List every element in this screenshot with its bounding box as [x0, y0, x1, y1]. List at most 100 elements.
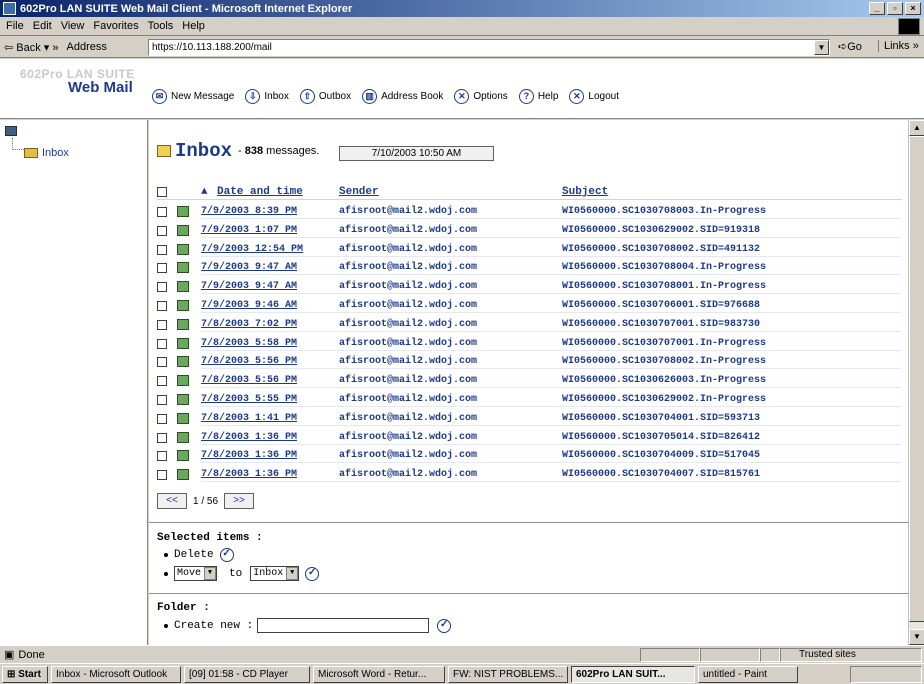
chevron-down-icon[interactable]: ▼ [814, 40, 829, 55]
message-subject[interactable]: WI0560000.SC1030706001.SID=976688 [562, 300, 760, 311]
row-checkbox[interactable] [157, 413, 167, 424]
message-sender[interactable]: afisroot@mail2.wdoj.com [339, 450, 477, 461]
close-button[interactable]: × [905, 2, 921, 15]
table-row[interactable]: 7/9/2003 9:47 AM afisroot@mail2.wdoj.com W… [157, 259, 902, 278]
table-row[interactable]: 7/8/2003 7:02 PM afisroot@mail2.wdoj.com W… [157, 316, 902, 335]
message-subject[interactable]: WI0560000.SC1030704007.SID=815761 [562, 469, 760, 480]
row-checkbox[interactable] [157, 432, 167, 443]
message-date[interactable]: 7/8/2003 1:36 PM [201, 450, 297, 461]
message-sender[interactable]: afisroot@mail2.wdoj.com [339, 394, 477, 405]
go-button[interactable]: ➪Go [838, 40, 862, 53]
message-sender[interactable]: afisroot@mail2.wdoj.com [339, 281, 477, 292]
message-date[interactable]: 7/8/2003 5:58 PM [201, 338, 297, 349]
menu-view[interactable]: View [61, 20, 85, 32]
next-page-button[interactable]: >> [224, 493, 255, 509]
taskbar-webmail[interactable]: 602Pro LAN SUIT... [571, 665, 695, 683]
links-button[interactable]: Links » [878, 40, 919, 52]
taskbar-paint[interactable]: untitled - Paint [698, 665, 798, 683]
new-folder-input[interactable] [257, 618, 430, 633]
inbox-button[interactable]: ⇩ Inbox [245, 89, 289, 104]
message-date[interactable]: 7/8/2003 5:56 PM [201, 356, 297, 367]
select-all-checkbox[interactable] [157, 187, 167, 197]
prev-page-button[interactable]: << [157, 493, 187, 509]
action-select[interactable]: Move ▼ [174, 566, 218, 581]
row-checkbox[interactable] [157, 282, 167, 293]
message-subject[interactable]: WI0560000.SC1030626003.In-Progress [562, 375, 766, 386]
message-sender[interactable]: afisroot@mail2.wdoj.com [339, 206, 477, 217]
address-input[interactable]: https://10.113.188.200/mail ▼ [148, 39, 830, 56]
help-button[interactable]: ? Help [518, 89, 558, 104]
delete-confirm-button[interactable]: ✓ [219, 548, 234, 562]
message-date[interactable]: 7/9/2003 9:47 AM [201, 281, 297, 292]
table-row[interactable]: 7/8/2003 1:36 PM afisroot@mail2.wdoj.com W… [157, 429, 902, 448]
options-button[interactable]: ✕ Options [454, 89, 508, 104]
row-checkbox[interactable] [157, 470, 167, 481]
message-date[interactable]: 7/8/2003 1:41 PM [201, 413, 297, 424]
message-sender[interactable]: afisroot@mail2.wdoj.com [339, 244, 477, 255]
back-button[interactable]: ⇦ Back ▾ » [4, 41, 59, 54]
message-subject[interactable]: WI0560000.SC1030708004.In-Progress [562, 262, 766, 273]
table-row[interactable]: 7/8/2003 1:36 PM afisroot@mail2.wdoj.com W… [157, 447, 902, 466]
table-row[interactable]: 7/8/2003 1:41 PM afisroot@mail2.wdoj.com W… [157, 410, 902, 429]
row-checkbox[interactable] [157, 207, 167, 217]
column-date[interactable]: Date and time [217, 186, 303, 198]
minimize-button[interactable]: _ [869, 2, 885, 15]
taskbar-cdplayer[interactable]: [09] 01:58 - CD Player [184, 665, 310, 683]
message-sender[interactable]: afisroot@mail2.wdoj.com [339, 300, 477, 311]
message-date[interactable]: 7/8/2003 7:02 PM [201, 319, 297, 330]
outbox-button[interactable]: ⇧ Outbox [299, 89, 351, 104]
message-sender[interactable]: afisroot@mail2.wdoj.com [339, 356, 477, 367]
message-sender[interactable]: afisroot@mail2.wdoj.com [339, 469, 477, 480]
message-subject[interactable]: WI0560000.SC1030704009.SID=517045 [562, 450, 760, 461]
new-message-button[interactable]: ✉ New Message [152, 89, 234, 104]
message-subject[interactable]: WI0560000.SC1030629002.SID=919318 [562, 225, 760, 236]
table-row[interactable]: 7/8/2003 5:55 PM afisroot@mail2.wdoj.com W… [157, 391, 902, 410]
vertical-scrollbar[interactable]: ▲ ▼ [908, 120, 924, 645]
move-confirm-button[interactable]: ✓ [305, 566, 320, 581]
message-subject[interactable]: WI0560000.SC1030708001.In-Progress [562, 281, 766, 292]
message-date[interactable]: 7/8/2003 5:56 PM [201, 375, 297, 386]
message-sender[interactable]: afisroot@mail2.wdoj.com [339, 225, 477, 236]
table-row[interactable]: 7/9/2003 12:54 PM afisroot@mail2.wdoj.com… [157, 241, 902, 260]
table-row[interactable]: 7/9/2003 1:07 PM afisroot@mail2.wdoj.com W… [157, 222, 902, 241]
message-date[interactable]: 7/9/2003 8:39 PM [201, 206, 297, 217]
message-sender[interactable]: afisroot@mail2.wdoj.com [339, 413, 477, 424]
message-subject[interactable]: WI0560000.SC1030707001.SID=983730 [562, 319, 760, 330]
table-row[interactable]: 7/9/2003 9:46 AM afisroot@mail2.wdoj.com W… [157, 297, 902, 316]
message-date[interactable]: 7/8/2003 1:36 PM [201, 432, 297, 443]
menu-edit[interactable]: Edit [33, 20, 52, 32]
column-sender[interactable]: Sender [339, 186, 379, 198]
message-sender[interactable]: afisroot@mail2.wdoj.com [339, 375, 477, 386]
taskbar-outlook[interactable]: Inbox - Microsoft Outlook [51, 665, 181, 683]
table-row[interactable]: 7/8/2003 1:36 PM afisroot@mail2.wdoj.com W… [157, 466, 902, 485]
message-subject[interactable]: WI0560000.SC1030707001.In-Progress [562, 338, 766, 349]
taskbar-fw-nist[interactable]: FW: NIST PROBLEMS... [448, 665, 568, 683]
row-checkbox[interactable] [157, 357, 167, 368]
message-sender[interactable]: afisroot@mail2.wdoj.com [339, 338, 477, 349]
target-folder-select[interactable]: Inbox ▼ [250, 566, 300, 581]
table-row[interactable]: 7/8/2003 5:56 PM afisroot@mail2.wdoj.com W… [157, 353, 902, 372]
menu-help[interactable]: Help [182, 20, 205, 32]
row-checkbox[interactable] [157, 263, 167, 274]
row-checkbox[interactable] [157, 394, 167, 405]
message-date[interactable]: 7/8/2003 1:36 PM [201, 469, 297, 480]
row-checkbox[interactable] [157, 244, 167, 255]
menu-tools[interactable]: Tools [148, 20, 174, 32]
table-row[interactable]: 7/8/2003 5:56 PM afisroot@mail2.wdoj.com W… [157, 372, 902, 391]
message-subject[interactable]: WI0560000.SC1030708003.In-Progress [562, 206, 766, 217]
logout-button[interactable]: ✕ Logout [569, 89, 619, 104]
message-subject[interactable]: WI0560000.SC1030705014.SID=826412 [562, 432, 760, 443]
message-subject[interactable]: WI0560000.SC1030708002.In-Progress [562, 356, 766, 367]
address-book-button[interactable]: ▥ Address Book [362, 89, 443, 104]
message-date[interactable]: 7/9/2003 9:46 AM [201, 300, 297, 311]
row-checkbox[interactable] [157, 376, 167, 387]
row-checkbox[interactable] [157, 338, 167, 349]
menu-favorites[interactable]: Favorites [93, 20, 138, 32]
menu-file[interactable]: File [6, 20, 24, 32]
message-date[interactable]: 7/9/2003 9:47 AM [201, 262, 297, 273]
table-row[interactable]: 7/9/2003 9:47 AM afisroot@mail2.wdoj.com W… [157, 278, 902, 297]
message-subject[interactable]: WI0560000.SC1030704001.SID=593713 [562, 413, 760, 424]
message-date[interactable]: 7/9/2003 1:07 PM [201, 225, 297, 236]
scroll-thumb[interactable] [909, 136, 924, 622]
table-row[interactable]: 7/9/2003 8:39 PM afisroot@mail2.wdoj.com W… [157, 203, 902, 222]
